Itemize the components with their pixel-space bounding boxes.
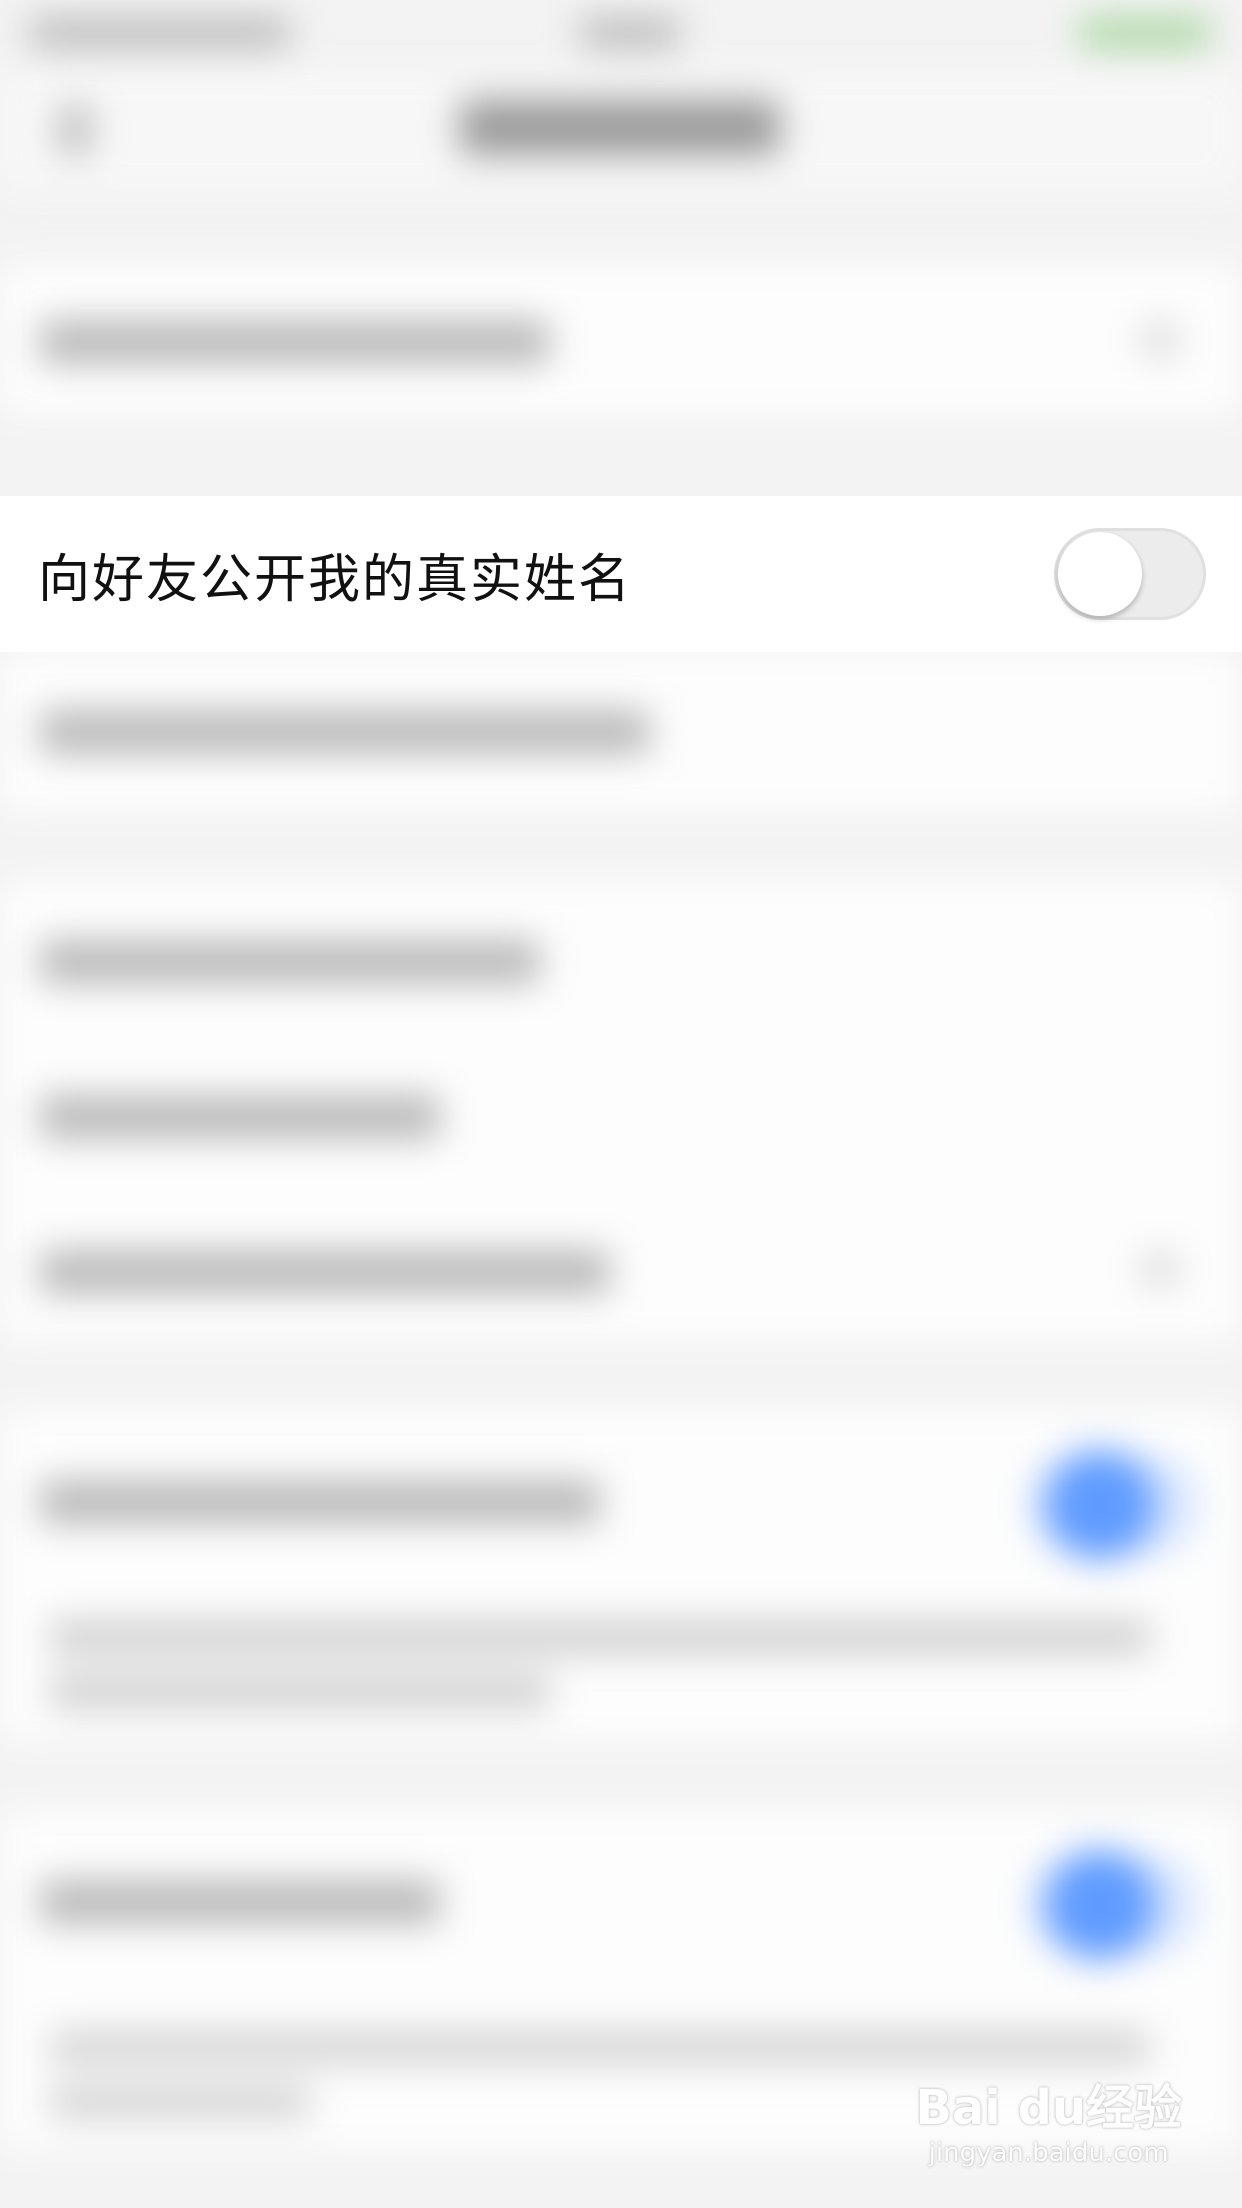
settings-row-6-description bbox=[50, 1620, 1150, 1654]
settings-row-7-description bbox=[50, 2030, 1150, 2064]
watermark-logo: Bai du经验 bbox=[915, 2080, 1182, 2136]
screen: 向好友公开我的真实姓名 Bai du经验 jingyan.baidu.com bbox=[0, 0, 1242, 2208]
baidu-jingyan-watermark: Bai du经验 jingyan.baidu.com bbox=[915, 2068, 1182, 2168]
real-name-label: 向好友公开我的真实姓名 bbox=[38, 549, 633, 610]
toggle-on-icon bbox=[1045, 1450, 1155, 1560]
settings-row-real-name: 向好友公开我的真实姓名 bbox=[0, 496, 1242, 652]
settings-row-7-description-2 bbox=[50, 2085, 310, 2119]
status-bar-carrier bbox=[30, 18, 290, 48]
toggle-on-icon bbox=[1045, 1850, 1155, 1960]
settings-row-6-description-2 bbox=[50, 1675, 550, 1709]
chevron-right-icon bbox=[1140, 1250, 1180, 1290]
blurred-background bbox=[0, 0, 1242, 2208]
real-name-toggle[interactable] bbox=[1054, 528, 1206, 620]
toggle-knob bbox=[1058, 532, 1142, 616]
status-bar-time bbox=[580, 18, 680, 48]
settings-row-6-label bbox=[40, 1480, 600, 1524]
settings-row-2-label bbox=[40, 710, 650, 754]
chevron-right-icon bbox=[1140, 320, 1180, 360]
back-icon bbox=[60, 105, 90, 155]
settings-row-3-label bbox=[40, 940, 540, 984]
settings-row-1-label bbox=[40, 320, 550, 364]
settings-row-7-label bbox=[40, 1880, 440, 1924]
watermark-url: jingyan.baidu.com bbox=[928, 2138, 1169, 2168]
settings-row-4-label bbox=[40, 1095, 440, 1139]
settings-row-5-label bbox=[40, 1250, 610, 1294]
status-bar-battery bbox=[1080, 18, 1210, 48]
nav-title bbox=[460, 100, 780, 155]
